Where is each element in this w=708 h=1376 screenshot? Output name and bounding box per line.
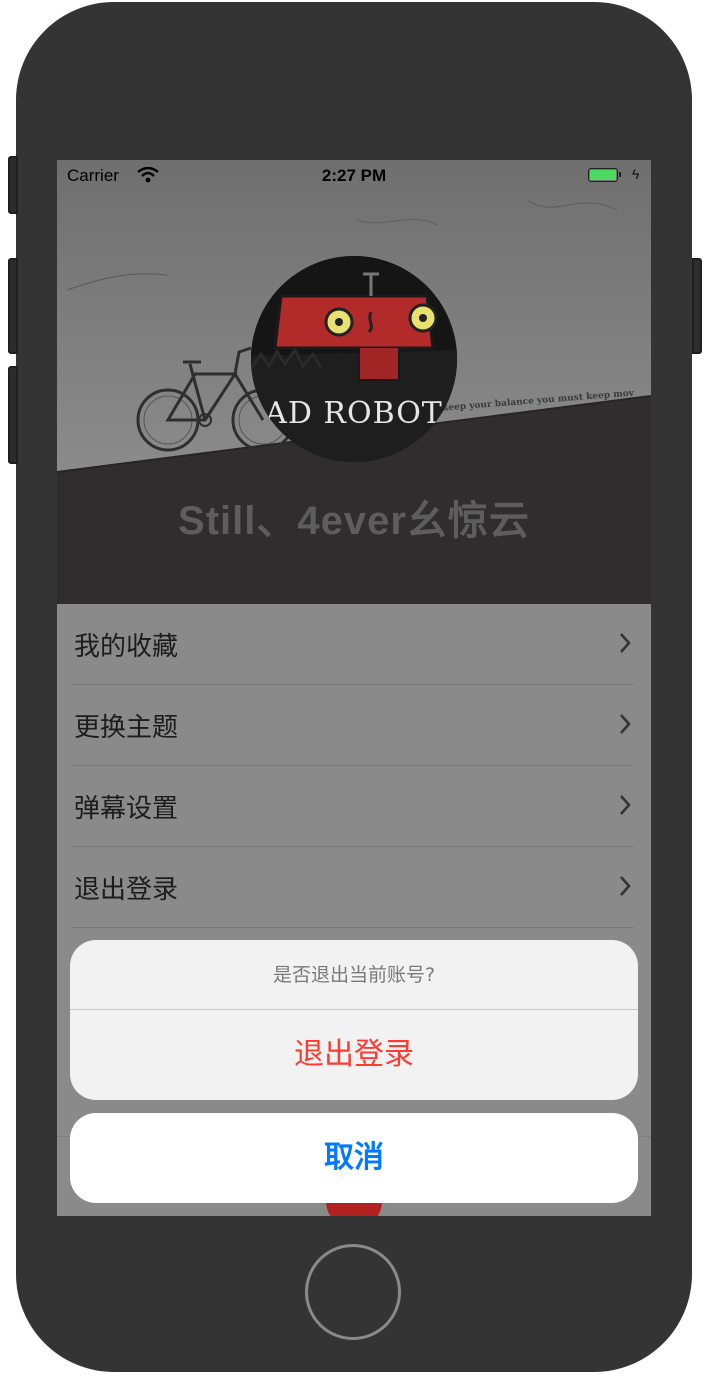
mute-switch: [8, 156, 18, 214]
profile-header: ic. To keep your balance you must keep m…: [57, 160, 651, 604]
row-separator: [71, 927, 634, 928]
volume-down-button: [8, 366, 18, 464]
home-button[interactable]: [305, 1244, 401, 1340]
battery-icon: [588, 168, 621, 182]
menu-item-logout[interactable]: 退出登录: [57, 847, 651, 928]
menu-item-label: 我的收藏: [74, 632, 179, 662]
volume-up-button: [8, 258, 18, 354]
menu-item-label: 更换主题: [74, 713, 179, 743]
action-sheet: 是否退出当前账号? 退出登录: [70, 940, 638, 1100]
menu-item-label: 退出登录: [74, 875, 179, 905]
avatar[interactable]: AD ROBOT: [251, 256, 457, 462]
logout-confirm-button[interactable]: 退出登录: [70, 1010, 638, 1100]
cancel-button[interactable]: 取消: [70, 1113, 638, 1203]
menu-item-favorites[interactable]: 我的收藏: [57, 604, 651, 685]
power-button: [692, 258, 702, 354]
avatar-caption: AD ROBOT: [265, 396, 443, 431]
app-screen: ic. To keep your balance you must keep m…: [57, 160, 651, 1216]
chevron-right-icon: [620, 795, 631, 815]
chevron-right-icon: [620, 633, 631, 653]
clock: 2:27 PM: [321, 166, 387, 185]
chevron-right-icon: [620, 714, 631, 734]
charging-icon: ϟ: [632, 166, 640, 182]
action-sheet-title: 是否退出当前账号?: [272, 964, 436, 986]
menu-item-danmaku-settings[interactable]: 弹幕设置: [57, 766, 651, 847]
menu-item-label: 弹幕设置: [74, 794, 179, 824]
username: Still、4ever幺惊云: [178, 499, 530, 543]
robot-illustration: [251, 256, 457, 462]
status-bar: Carrier 2:27 PM ϟ: [57, 160, 651, 194]
menu-item-theme[interactable]: 更换主题: [57, 685, 651, 766]
chevron-right-icon: [620, 876, 631, 896]
